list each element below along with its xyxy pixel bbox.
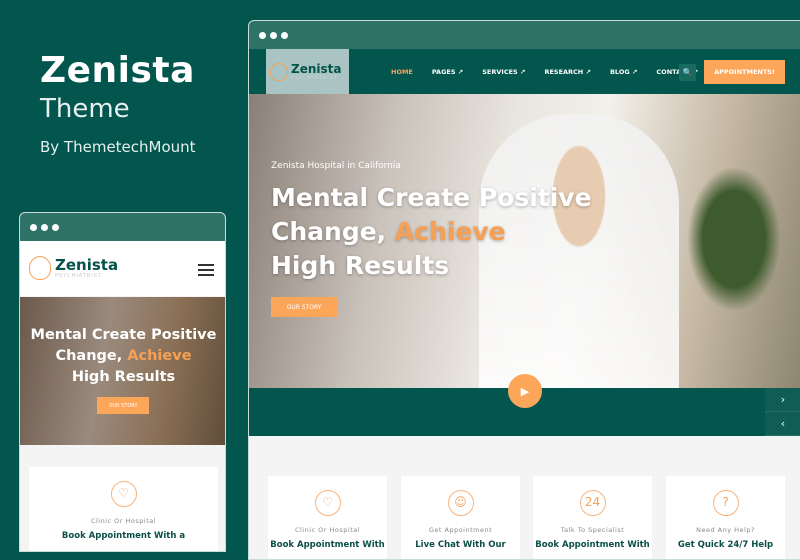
service-card[interactable]: ♡ Clinic Or Hospital Book Appointment With… <box>29 467 218 551</box>
hero-title: Mental Create Positive Change, Achieve H… <box>30 327 217 385</box>
our-story-button[interactable]: OUR STORY <box>271 297 337 317</box>
our-story-button[interactable]: OUR STORY <box>97 397 149 414</box>
heart-hands-icon: ♡ <box>314 490 341 516</box>
service-card[interactable]: 24 Talk To Specialist Book Appointment Wit… <box>533 476 652 559</box>
desktop-window: Zenista PSYCHIATRIST HOME PAGES ↗ SERVICE… <box>248 20 800 560</box>
mobile-header: Zenista PSYCHIATRIST <box>20 241 225 296</box>
promo-subtitle: Theme <box>40 94 130 124</box>
nav-home[interactable]: HOME <box>391 68 413 76</box>
service-card[interactable]: ♡ Clinic Or Hospital Book Appointment With <box>268 476 387 559</box>
window-titlebar <box>249 21 800 49</box>
plant-image <box>679 154 789 324</box>
nav-services[interactable]: SERVICES ↗ <box>482 68 525 76</box>
heart-hands-icon: ♡ <box>110 481 137 507</box>
card-title: Book Appointment With a <box>61 531 186 541</box>
mobile-hero: Mental Create Positive Change, Achieve H… <box>20 297 225 445</box>
card-label: Clinic Or Hospital <box>294 526 361 534</box>
window-titlebar <box>20 213 225 241</box>
promo-brand: Zenista <box>40 50 195 91</box>
card-label: Get Appointment <box>428 526 493 534</box>
brain-icon <box>29 256 51 280</box>
nav-menu: HOME PAGES ↗ SERVICES ↗ RESEARCH ↗ BLOG … <box>391 49 698 94</box>
card-label: Talk To Specialist <box>560 526 625 534</box>
card-label: Clinic Or Hospital <box>90 517 157 525</box>
hero-kicker: Zenista Hospital in California <box>271 161 401 171</box>
hero-title: Mental Create Positive Change, Achieve H… <box>271 183 592 280</box>
nav-pages[interactable]: PAGES ↗ <box>432 68 463 76</box>
promo-author: By ThemetechMount <box>40 138 196 156</box>
hamburger-menu-icon[interactable] <box>198 264 214 279</box>
logo[interactable]: Zenista PSYCHIATRIST <box>29 256 118 280</box>
service-card[interactable]: ☺ Get Appointment Live Chat With Our <box>401 476 520 559</box>
logo[interactable]: Zenista PSYCHIATRIST <box>266 49 349 94</box>
brain-icon <box>270 62 288 81</box>
search-icon[interactable]: 🔍 <box>679 64 696 81</box>
nav-blog[interactable]: BLOG ↗ <box>610 68 637 76</box>
next-slide-icon[interactable]: › <box>765 388 800 412</box>
card-title: Book Appointment With <box>535 540 650 550</box>
chat-icon: ☺ <box>447 490 474 516</box>
logo-text: Zenista <box>291 61 342 76</box>
logo-tagline: PSYCHIATRIST <box>291 74 338 81</box>
card-title: Live Chat With Our <box>415 540 506 550</box>
card-title: Get Quick 24/7 Help <box>677 540 774 550</box>
prev-slide-icon[interactable]: ‹ <box>765 412 800 436</box>
card-label: Need Any Help? <box>696 526 755 534</box>
clock-24-icon: 24 <box>579 490 606 516</box>
play-icon[interactable]: ▶ <box>508 374 542 408</box>
mobile-window: Zenista PSYCHIATRIST Mental Create Positi… <box>19 212 226 552</box>
card-title: Book Appointment With <box>270 540 385 550</box>
logo-text: Zenista <box>55 255 119 274</box>
appointments-button[interactable]: APPOINTMENTS! <box>704 60 785 84</box>
nav-research[interactable]: RESEARCH ↗ <box>544 68 591 76</box>
hero-banner: Zenista Hospital in California Mental Cr… <box>249 94 800 388</box>
navbar: Zenista PSYCHIATRIST HOME PAGES ↗ SERVICE… <box>249 49 800 94</box>
help-person-icon: ? <box>712 490 739 516</box>
service-card[interactable]: ? Need Any Help? Get Quick 24/7 Help <box>666 476 785 559</box>
